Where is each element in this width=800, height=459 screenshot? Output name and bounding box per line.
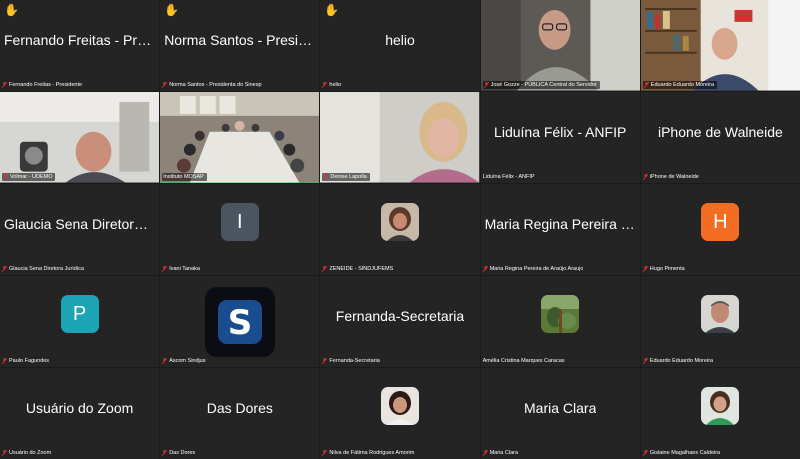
participant-tile-active-speaker[interactable]: Instituto MOSAP [160,92,320,183]
participant-tile[interactable]: ZENEIDE - SINDJUFEMS [320,184,480,275]
participant-label: Nilva de Fátima Rodrigues Amorim [322,449,414,457]
nature-photo-avatar [541,295,580,334]
mic-muted-icon [162,266,168,272]
mic-muted-icon [2,450,7,456]
participant-tile[interactable]: Denise Lapolla [320,92,480,183]
participant-label: ZENEIDE - SINDJUFEMS [322,265,393,273]
participant-label: Ivani Tanaka [162,265,200,273]
participant-tile[interactable]: iPhone de Walneide iPhone de Walneide [640,92,800,183]
man-photo-avatar [701,295,740,334]
mic-muted-icon [2,266,7,272]
participant-tile[interactable]: ✋ helio helio [320,0,480,91]
video-gallery: ✋ Fernando Freitas - President… Fernando… [0,0,800,459]
participant-tile[interactable]: Volmar - UDEMO [0,92,160,183]
participant-label: José Gozze - PÚBLICA Central do Servidor [482,81,600,89]
participant-label: Usuário do Zoom [2,449,51,457]
participant-label: Maria Regina Pereira de Araújo Araujo [482,265,583,273]
avatar: I [220,203,259,242]
participant-label: Liduína Félix - ANFIP [482,174,535,180]
mic-muted-icon [642,358,648,364]
participant-display-name: Norma Santos - Presidenta… [164,31,315,48]
participant-tile[interactable]: Amélia Cristina Marques Caracas [480,276,640,367]
participant-display-name: helio [385,31,415,48]
participant-tile[interactable]: P Paulo Fagundes [0,276,160,367]
mic-muted-icon [642,266,648,272]
mic-muted-icon [3,174,8,180]
mic-muted-icon [162,82,168,88]
avatar: P [60,295,99,334]
mic-muted-icon [2,358,7,364]
s-logo-icon: S [204,286,275,357]
participant-tile[interactable]: Nilva de Fátima Rodrigues Amorim [320,368,480,459]
mic-muted-icon [322,82,328,88]
participant-display-name: Maria Regina Pereira de… [484,215,636,232]
participant-tile[interactable]: Maria Regina Pereira de… Maria Regina Pe… [480,184,640,275]
participant-label: Volmar - UDEMO [2,173,56,181]
participant-tile[interactable]: Das Dores Das Dores [160,368,320,459]
participant-tile[interactable]: Fernanda-Secretaria Fernanda-Secretaria [320,276,480,367]
participant-display-name: Usuário do Zoom [25,399,134,416]
mic-muted-icon [643,82,649,88]
participant-tile[interactable]: S Ascom Sindjus [160,276,320,367]
participant-label: Das Dores [162,449,195,457]
man-glasses-video [480,0,640,91]
participant-tile[interactable]: Eduardo Eduardo Moreira [640,276,800,367]
mic-muted-icon [483,82,489,88]
mic-muted-icon [322,450,328,456]
participant-label: Fernando Freitas - Presidente [2,81,82,89]
participant-tile[interactable]: H Hugo Pimenta [640,184,800,275]
participant-label: iPhone de Walneide [642,173,699,181]
participant-label: Gislaine Magalhaes Caldeira [642,449,720,457]
participant-tile[interactable]: Eduardo Eduardo Moreira [640,0,800,91]
mic-muted-icon [162,450,168,456]
participant-display-name: Das Dores [206,399,273,416]
participant-label: Maria Clara [482,449,518,457]
participant-label: Fernanda-Secretaria [322,357,380,365]
participant-label: Norma Santos - Presidenta do Sinesp [162,81,262,89]
avatar: H [701,203,740,242]
participant-label: Ascom Sindjus [162,357,206,365]
participant-tile[interactable]: I Ivani Tanaka [160,184,320,275]
participant-display-name: Liduína Félix - ANFIP [494,123,627,140]
participant-label: Eduardo Eduardo Moreira [642,81,718,89]
man-video [0,92,160,183]
mic-muted-icon [322,266,328,272]
woman-green-photo-avatar [701,387,740,426]
participant-label: Denise Lapolla [322,173,370,181]
participant-label: Eduardo Eduardo Moreira [642,357,713,365]
participant-display-name: Maria Clara [524,399,597,416]
mic-muted-icon [642,450,648,456]
mic-muted-icon [642,174,648,180]
participant-tile[interactable]: Gislaine Magalhaes Caldeira [640,368,800,459]
mic-muted-icon [2,82,7,88]
meeting-room-video [160,92,320,183]
mic-muted-icon [482,450,488,456]
participant-display-name: Glaucia Sena Diretora J… [4,215,156,232]
participant-label: Glaucia Sena Diretora Jurídica [2,265,84,273]
participant-label: Amélia Cristina Marques Caracas [482,358,565,364]
participant-label: helio [322,81,341,89]
participant-tile[interactable]: Liduína Félix - ANFIP Liduína Félix - AN… [480,92,640,183]
mic-muted-icon [323,174,329,180]
participant-label: Instituto MOSAP [162,173,207,181]
participant-display-name: iPhone de Walneide [657,123,783,140]
participant-tile[interactable]: José Gozze - PÚBLICA Central do Servidor [480,0,640,91]
participant-label: Hugo Pimenta [642,265,685,273]
man-bookshelf-video [640,0,800,91]
participant-display-name: Fernando Freitas - President… [4,31,155,48]
participant-label: Paulo Fagundes [2,357,49,365]
participant-display-name: Fernanda-Secretaria [335,307,465,324]
participant-tile[interactable]: Usuário do Zoom Usuário do Zoom [0,368,160,459]
svg-text:S: S [228,303,253,343]
participant-tile[interactable]: Glaucia Sena Diretora J… Glaucia Sena Di… [0,184,160,275]
participant-tile[interactable]: ✋ Norma Santos - Presidenta… Norma Santo… [160,0,320,91]
woman-photo-avatar [380,203,419,242]
mic-muted-icon [482,266,488,272]
mic-muted-icon [162,358,168,364]
participant-tile[interactable]: Maria Clara Maria Clara [480,368,640,459]
participant-tile[interactable]: ✋ Fernando Freitas - President… Fernando… [0,0,160,91]
woman-photo-avatar [380,387,419,426]
mic-muted-icon [322,358,328,364]
woman-video [320,92,480,183]
